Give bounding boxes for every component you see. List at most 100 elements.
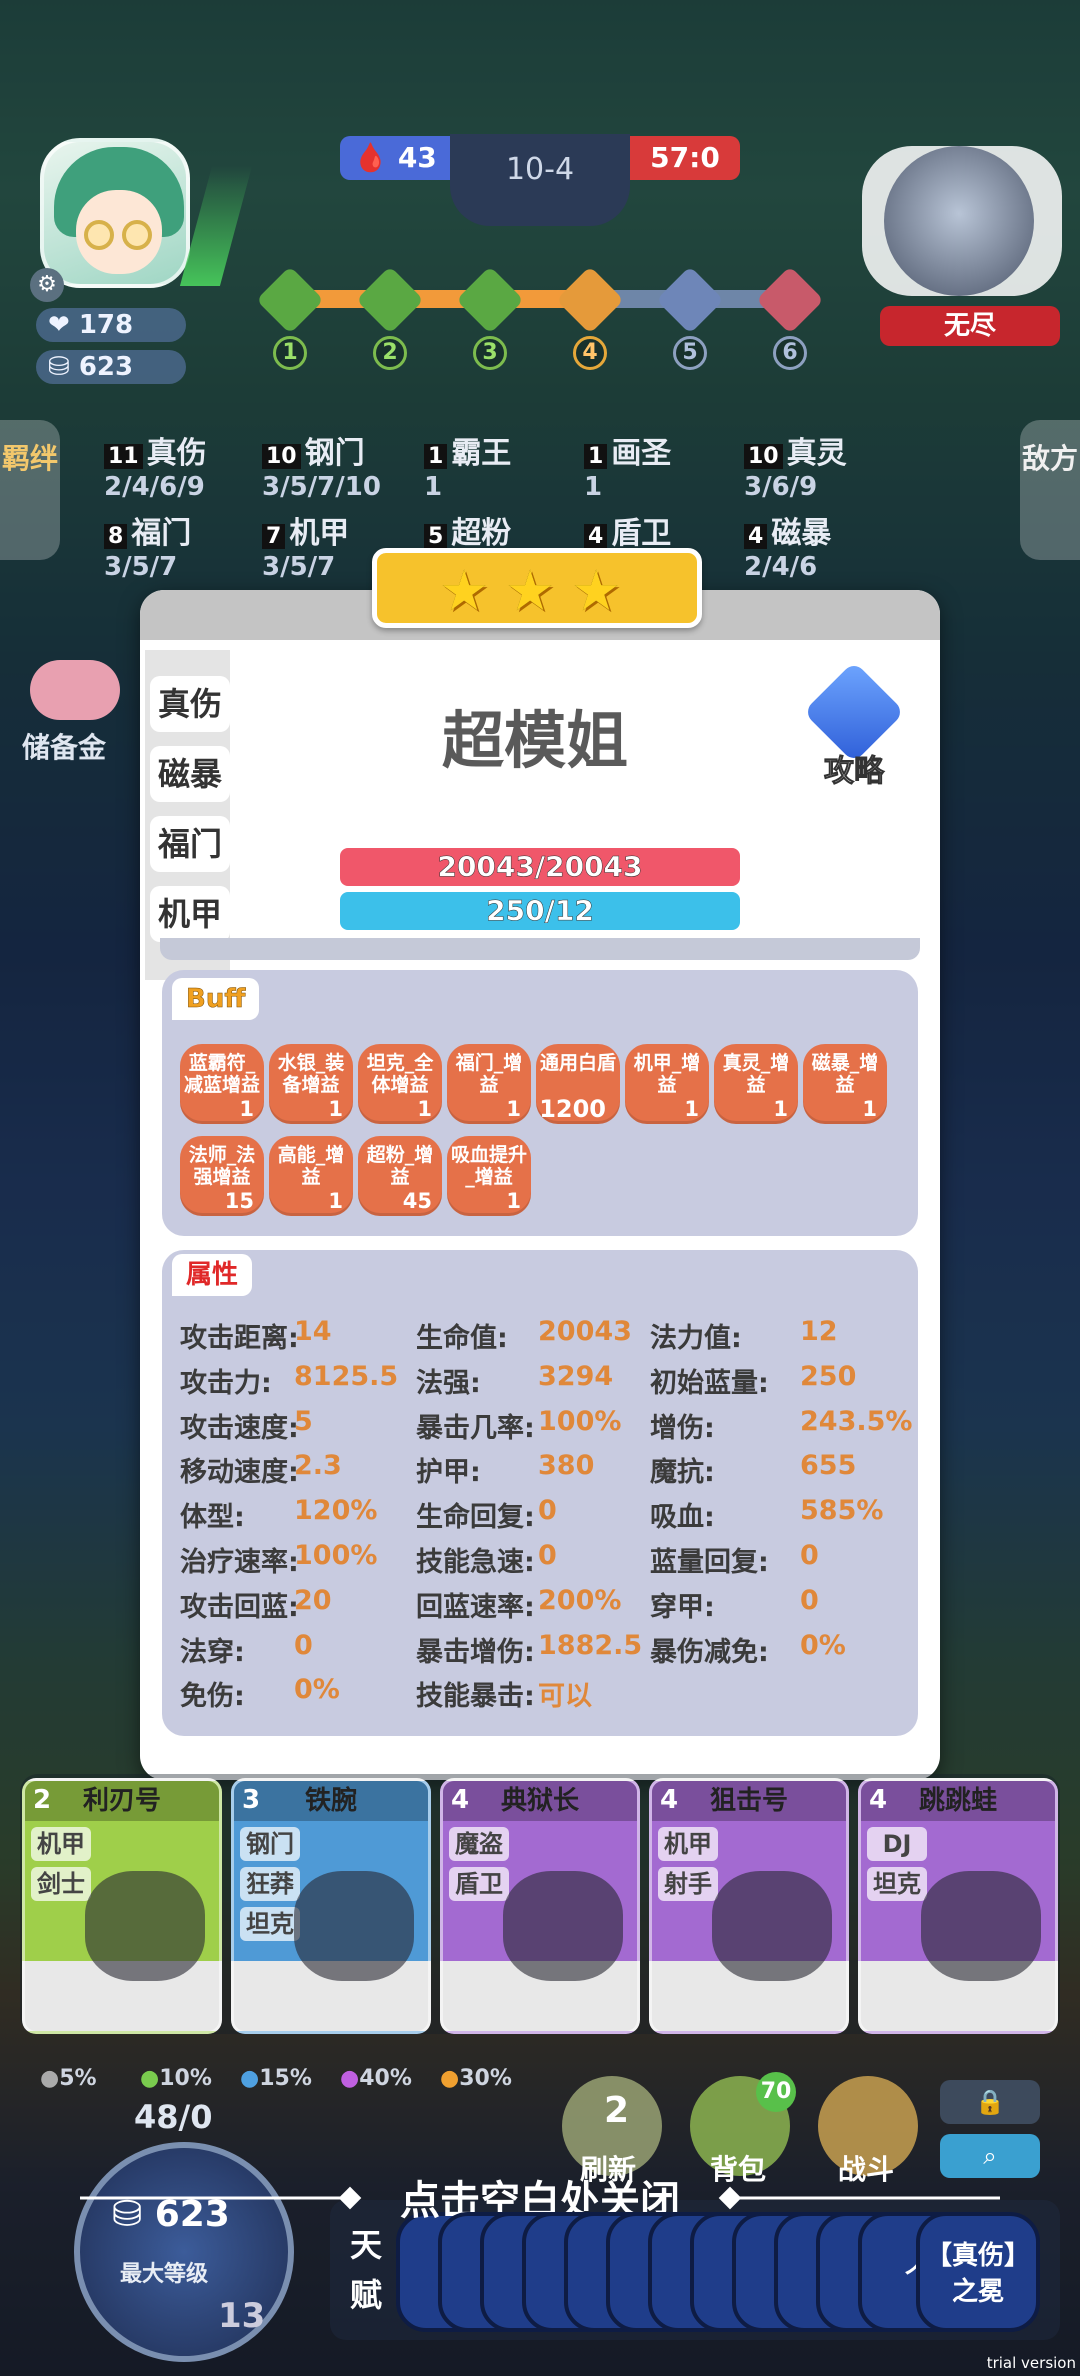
attribute-value: 0 [538, 1540, 557, 1571]
stage-indicator: 10-4 [450, 134, 630, 226]
trait-tag[interactable]: 福门 [150, 816, 230, 872]
synergy-item[interactable]: 8 福门 3/5/7 [104, 508, 191, 582]
buff-label: Buff [172, 978, 260, 1020]
round-node-label: 4 [573, 336, 607, 370]
buff-item[interactable]: 吸血提升_增益 1 [447, 1136, 531, 1216]
round-node-label: 2 [373, 336, 407, 370]
attribute-row: 法穿: 0 暴击增伤: 1882.5 暴伤减免: 0% [180, 1630, 900, 1674]
attribute-value: 0 [294, 1629, 313, 1661]
attribute-key: 技能暴击: [416, 1681, 535, 1713]
gold-value: 623 [78, 352, 134, 382]
shop-unit-name: 典狱长 [443, 1781, 637, 1821]
enemy-score: 57:0 [630, 136, 740, 180]
round-node-label: 1 [273, 336, 307, 370]
star-icon: ★ [439, 559, 490, 624]
buff-name: 吸血提升_增益 [450, 1144, 527, 1188]
attribute-value: 0 [800, 1540, 819, 1571]
trait-tag[interactable]: 真伤 [150, 676, 230, 732]
odds-tier-1: ●5% [40, 2066, 97, 2091]
synergy-tab[interactable]: 羁绊 [0, 420, 60, 560]
piggy-bank-icon[interactable] [30, 660, 120, 720]
shop-unit-name: 利刃号 [25, 1781, 219, 1821]
buff-name: 超粉_增益 [366, 1144, 434, 1188]
attribute-value: 380 [538, 1450, 595, 1482]
unit-figure-icon [85, 1871, 205, 1981]
buff-item[interactable]: 磁暴_增益 1 [803, 1044, 887, 1124]
attribute-value: 250 [800, 1360, 857, 1392]
attribute-key: 回蓝速率: [416, 1591, 535, 1623]
shop-unit-trait: 盾卫 [449, 1867, 509, 1901]
trait-tag[interactable]: 机甲 [150, 886, 230, 942]
attribute-value: 12 [800, 1316, 838, 1347]
shop-unit-card[interactable]: 跳跳蛙 4 DJ 坦克 [858, 1778, 1058, 2034]
buff-name: 高能_增益 [277, 1144, 345, 1188]
buff-item[interactable]: 福门_增益 1 [447, 1044, 531, 1124]
synergy-item[interactable]: 1 霸王 1 [424, 428, 511, 502]
buff-item[interactable]: 真灵_增益 1 [714, 1044, 798, 1124]
shop-unit-card[interactable]: 典狱长 4 魔盗 盾卫 [440, 1778, 640, 2034]
attribute-key: 治疗速率: [180, 1547, 299, 1578]
search-icon[interactable]: ⌕ [940, 2134, 1040, 2178]
shop-unit-cost: 2 [33, 1785, 52, 1815]
attribute-key: 攻击力: [180, 1367, 272, 1399]
lock-shop-icon[interactable]: 🔒 [940, 2080, 1040, 2124]
buff-value: 1 [773, 1097, 788, 1121]
player-avatar[interactable] [40, 138, 190, 288]
shop-unit-name: 狙击号 [652, 1781, 846, 1821]
attribute-key: 吸血: [650, 1502, 715, 1534]
synergy-item[interactable]: 4 磁暴 2/4/6 [744, 508, 831, 582]
synergy-item[interactable]: 11 真伤 2/4/6/9 [104, 428, 207, 502]
attribute-row: 攻击速度: 5 暴击几率: 100% 增伤: 243.5% [180, 1405, 912, 1450]
enemy-tab[interactable]: 敌方 [1020, 420, 1080, 560]
attribute-value: 100% [538, 1405, 622, 1437]
buff-item[interactable]: 坦克_全体增益 1 [358, 1044, 442, 1124]
attribute-value: 100% [294, 1540, 378, 1571]
buff-name: 坦克_全体增益 [366, 1052, 434, 1096]
trait-tag[interactable]: 磁暴 [150, 746, 230, 802]
round-node-label: 5 [673, 336, 707, 370]
star-icon: ★ [571, 559, 622, 624]
synergy-item[interactable]: 10 真灵 3/6/9 [744, 428, 847, 502]
gold-pill: ⛁ 623 [36, 350, 186, 384]
synergy-item[interactable]: 1 画圣 1 [584, 428, 671, 502]
bench-item[interactable]: 【真伤】之冕 [916, 2212, 1040, 2332]
shop-unit-cost: 4 [869, 1785, 888, 1815]
buff-item[interactable]: 水银_装备增益 1 [269, 1044, 353, 1124]
shop-unit-card[interactable]: 狙击号 4 机甲 射手 [649, 1778, 849, 2034]
buff-name: 法师_法强增益 [188, 1144, 256, 1188]
attribute-value: 20043 [538, 1316, 632, 1347]
guide-label: 攻略 [824, 754, 885, 790]
synergy-item[interactable]: 10 钢门 3/5/7/10 [262, 428, 381, 502]
buff-value: 1 [417, 1097, 432, 1121]
attribute-key: 法穿: [180, 1636, 245, 1668]
buff-item[interactable]: 通用白盾 1200 [536, 1044, 620, 1124]
buff-name: 水银_装备增益 [277, 1052, 345, 1096]
shop-unit-trait: 射手 [658, 1867, 718, 1901]
enemy-avatar[interactable] [862, 146, 1062, 296]
buff-item[interactable]: 超粉_增益 45 [358, 1136, 442, 1216]
shop-unit-card[interactable]: 铁腕 3 钢门 狂莽 坦克 [231, 1778, 431, 2034]
shop-unit-trait: 机甲 [31, 1827, 91, 1861]
synergy-item[interactable]: 7 机甲 3/5/7 [262, 508, 349, 582]
buff-value: 1 [328, 1189, 343, 1213]
talent-label[interactable]: 天赋 [336, 2210, 396, 2330]
unit-figure-icon [921, 1871, 1041, 1981]
buff-item[interactable]: 法师_法强增益 15 [180, 1136, 264, 1216]
unit-figure-icon [712, 1871, 832, 1981]
guide-button[interactable]: 攻略 [803, 661, 905, 790]
synergy-item[interactable]: 5 超粉 [424, 508, 511, 552]
attribute-row: 攻击力: 8125.5 法强: 3294 初始蓝量: 250 [180, 1361, 900, 1405]
attribute-value: 20 [294, 1584, 332, 1616]
buff-item[interactable]: 高能_增益 1 [269, 1136, 353, 1216]
attribute-key: 增伤: [650, 1412, 715, 1444]
shop-unit-card[interactable]: 利刃号 2 机甲 剑士 [22, 1778, 222, 2034]
buff-item[interactable]: 蓝霸符_减蓝增益 1 [180, 1044, 264, 1124]
attribute-value: 3294 [538, 1360, 614, 1392]
shop-unit-trait: DJ [867, 1827, 927, 1861]
buff-item[interactable]: 机甲_增益 1 [625, 1044, 709, 1124]
attribute-value: 0% [294, 1674, 340, 1706]
settings-gear-icon[interactable]: ⚙ [30, 268, 64, 302]
piggy-bank-label: 储备金 [22, 731, 107, 764]
attribute-value: 200% [538, 1584, 622, 1616]
attribute-value: 1882.5 [538, 1629, 643, 1661]
